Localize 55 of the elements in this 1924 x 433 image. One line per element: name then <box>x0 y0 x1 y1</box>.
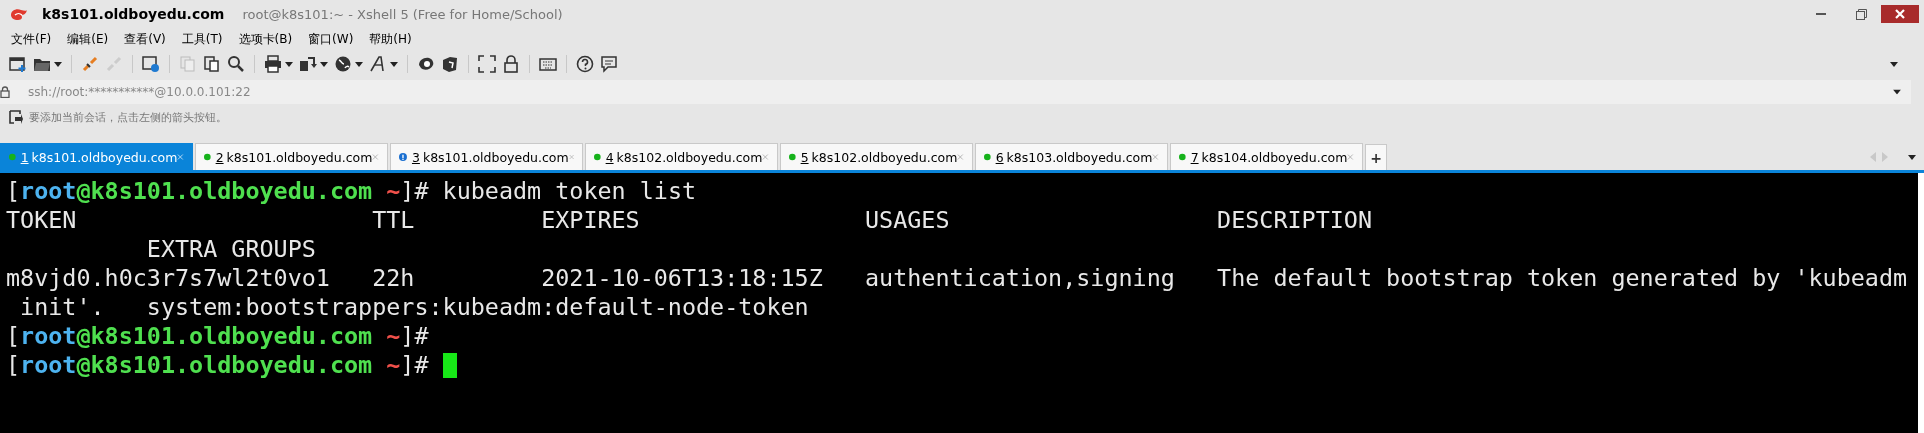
window-title: k8s101.oldboyedu.com <box>42 6 225 22</box>
session-tab[interactable]: 4 k8s102.oldboyedu.com <box>585 143 778 170</box>
close-icon <box>1895 9 1905 19</box>
dropdown-caret-icon[interactable] <box>1893 89 1901 95</box>
hint-text: 要添加当前会话，点击左侧的箭头按钮。 <box>29 109 227 125</box>
lock-icon[interactable] <box>502 55 520 73</box>
caret-icon[interactable] <box>390 61 398 67</box>
printer-icon[interactable] <box>264 55 282 73</box>
terminal-line: init'. system:bootstrappers:kubeadm:default-node-token <box>19 293 810 322</box>
menu-item[interactable]: 编辑(E) <box>64 30 117 48</box>
terminal-line: m8vjd0.h0c3r7s7wl2t0vo1 22h 2021-10-06T13:18:15Z authentication,signing The default bootstrap token generated by 'kubeadm <box>6 264 1909 293</box>
terminal-line: [root@k8s101.oldboyedu.com ~]# <box>6 351 1918 380</box>
transfer-icon[interactable] <box>299 55 317 73</box>
caret-icon[interactable] <box>285 61 293 67</box>
font-icon[interactable] <box>369 55 387 73</box>
paste-icon[interactable] <box>203 55 221 73</box>
restore-icon <box>1855 8 1867 20</box>
caret-icon[interactable] <box>355 61 363 67</box>
menu-item[interactable]: 文件(F) <box>8 30 60 48</box>
scrollbar[interactable] <box>1918 173 1924 433</box>
help-icon[interactable] <box>576 55 594 73</box>
session-tab[interactable]: 3 k8s101.oldboyedu.com <box>390 143 583 170</box>
new-session-icon[interactable] <box>9 55 27 73</box>
menu-item[interactable]: 工具(T) <box>178 30 231 48</box>
session-tab[interactable]: 5 k8s102.oldboyedu.com <box>780 143 973 170</box>
add-session-arrow-icon[interactable] <box>9 110 23 124</box>
chat-icon[interactable] <box>600 55 618 73</box>
close-button[interactable] <box>1881 5 1919 23</box>
terminal-line: TOKEN TTL EXPIRES USAGES DESCRIPTION <box>6 206 1373 235</box>
fullscreen-icon[interactable] <box>478 55 496 73</box>
new-tab-button[interactable]: + <box>1365 144 1387 170</box>
properties-icon[interactable] <box>142 55 160 73</box>
caret-icon[interactable] <box>54 61 62 67</box>
tab-list-caret-icon[interactable] <box>1908 154 1916 160</box>
minimize-icon <box>1816 13 1826 15</box>
terminal-line: EXTRA GROUPS <box>145 235 317 264</box>
caret-icon[interactable] <box>320 61 328 67</box>
menu-item[interactable]: 查看(V) <box>121 30 174 48</box>
app-logo-icon <box>10 7 28 21</box>
search-icon[interactable] <box>227 55 245 73</box>
keyboard-icon[interactable] <box>539 55 557 73</box>
menu-item[interactable]: 选项卡(B) <box>235 30 301 48</box>
dropdown-caret-icon[interactable] <box>1890 61 1898 67</box>
globe-icon[interactable] <box>334 55 352 73</box>
session-tab[interactable]: 6 k8s103.oldboyedu.com <box>975 143 1168 170</box>
menu-item[interactable]: 帮助(H) <box>366 30 420 48</box>
terminal-line: [root@k8s101.oldboyedu.com ~]# <box>6 322 430 351</box>
session-tab[interactable]: 1 k8s101.oldboyedu.com <box>0 143 193 170</box>
session-tab[interactable]: 2 k8s101.oldboyedu.com <box>195 143 388 170</box>
session-tab[interactable]: 7 k8s104.oldboyedu.com <box>1170 143 1363 170</box>
terminal-line: [root@k8s101.oldboyedu.com ~]# kubeadm token list <box>6 177 698 206</box>
address-lock-icon <box>0 86 10 98</box>
window-subtitle: root@k8s101:~ - Xshell 5 (Free for Home/School) <box>242 6 563 22</box>
connect-icon[interactable] <box>81 55 99 73</box>
menu-item[interactable]: 窗口(W) <box>305 30 362 48</box>
